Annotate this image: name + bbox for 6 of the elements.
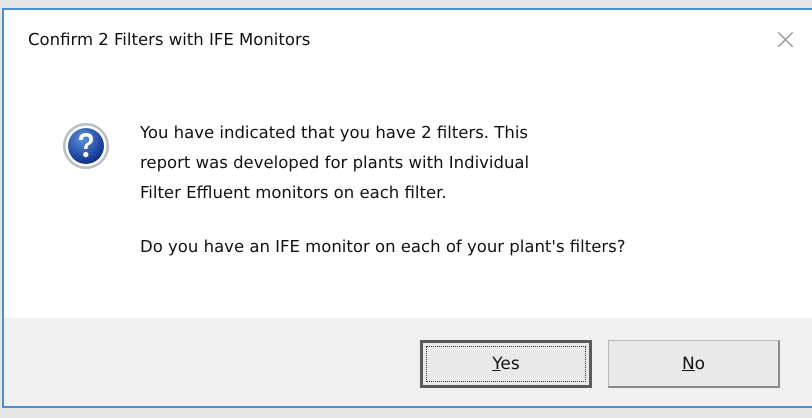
message-text: You have indicated that you have 2 filters. This report was developed for plants with Individual Filter Effluent monitors on each filter. xyxy=(140,122,530,204)
dialog-button[interactable]: Yes xyxy=(420,340,592,388)
window-title: Confirm 2 Filters with IFE Monitors xyxy=(28,30,310,48)
dialog-button[interactable]: No xyxy=(608,340,780,388)
question-icon xyxy=(62,122,110,170)
message-text: Do you have an IFE monitor on each of your plant's filters? xyxy=(140,236,626,258)
